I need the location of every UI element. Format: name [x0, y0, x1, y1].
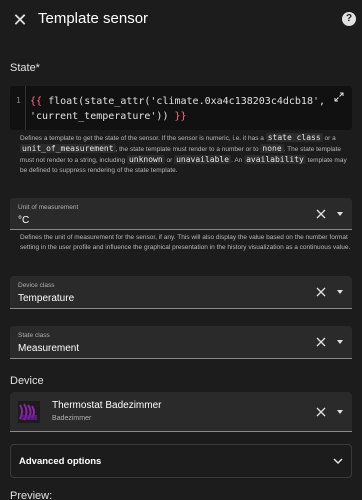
chevron-down-icon[interactable]	[333, 457, 343, 465]
close-icon[interactable]: ✕	[10, 10, 30, 30]
device-area: Badezimmer	[52, 415, 92, 422]
dialog-header: ✕ Template sensor ?	[0, 0, 362, 40]
clear-icon[interactable]	[316, 209, 326, 219]
help-icon[interactable]: ?	[342, 12, 356, 26]
helper-text: or a	[322, 135, 336, 142]
state-class-label: State class	[18, 332, 50, 339]
helper-text: . An	[231, 157, 245, 164]
clear-icon[interactable]	[316, 287, 326, 297]
clear-icon[interactable]	[316, 337, 326, 347]
template-open-brace: {{	[30, 96, 43, 107]
helper-code: unavailable	[174, 155, 232, 164]
device-picker[interactable]: Thermostat Badezimmer Badezimmer	[10, 392, 352, 432]
helper-text: or	[164, 157, 175, 164]
advanced-options-label: Advanced options	[19, 456, 102, 467]
state-template-editor[interactable]: 1 {{ float(state_attr('climate.0xa4c1382…	[10, 86, 352, 130]
helper-text: , the state template must render to a nu…	[115, 146, 261, 153]
device-class-value: Temperature	[18, 293, 75, 304]
expand-icon[interactable]	[334, 92, 344, 102]
dialog-title: Template sensor	[38, 10, 149, 27]
device-brand-icon	[18, 401, 40, 423]
line-number: 1	[16, 96, 21, 105]
device-class-field[interactable]: Device class Temperature	[10, 276, 352, 309]
helper-text: Defines a template to get the state of t…	[20, 135, 266, 142]
device-name: Thermostat Badezimmer	[52, 400, 162, 411]
advanced-options-expander[interactable]: Advanced options	[10, 444, 352, 478]
helper-code: unit_of_measurement	[20, 144, 116, 153]
helper-code: availability	[244, 155, 306, 164]
chevron-down-icon[interactable]	[337, 212, 343, 216]
chevron-down-icon[interactable]	[337, 290, 343, 294]
device-section-label: Device	[10, 375, 44, 387]
helper-code: none	[260, 144, 284, 153]
unit-label: Unit of measurement	[18, 204, 79, 211]
clear-icon[interactable]	[316, 407, 326, 417]
template-code[interactable]: {{ float(state_attr('climate.0xa4c138203…	[30, 94, 326, 124]
state-helper-text: Defines a template to get the state of t…	[20, 133, 352, 176]
template-close-brace: }}	[174, 111, 187, 122]
helper-code: state class	[265, 133, 323, 142]
unit-of-measurement-field[interactable]: Unit of measurement °C	[10, 198, 352, 230]
helper-code: unknown	[126, 155, 165, 164]
preview-label: Preview:	[10, 490, 53, 500]
state-class-value: Measurement	[18, 343, 80, 354]
chevron-down-icon[interactable]	[337, 340, 343, 344]
device-class-label: Device class	[18, 282, 55, 289]
state-class-field[interactable]: State class Measurement	[10, 326, 352, 359]
state-label: State*	[10, 62, 40, 74]
unit-value: °C	[18, 215, 30, 226]
chevron-down-icon[interactable]	[337, 410, 343, 414]
unit-helper-text: Defines the unit of measurement for the …	[20, 234, 351, 251]
code-gutter: 1	[10, 86, 26, 130]
